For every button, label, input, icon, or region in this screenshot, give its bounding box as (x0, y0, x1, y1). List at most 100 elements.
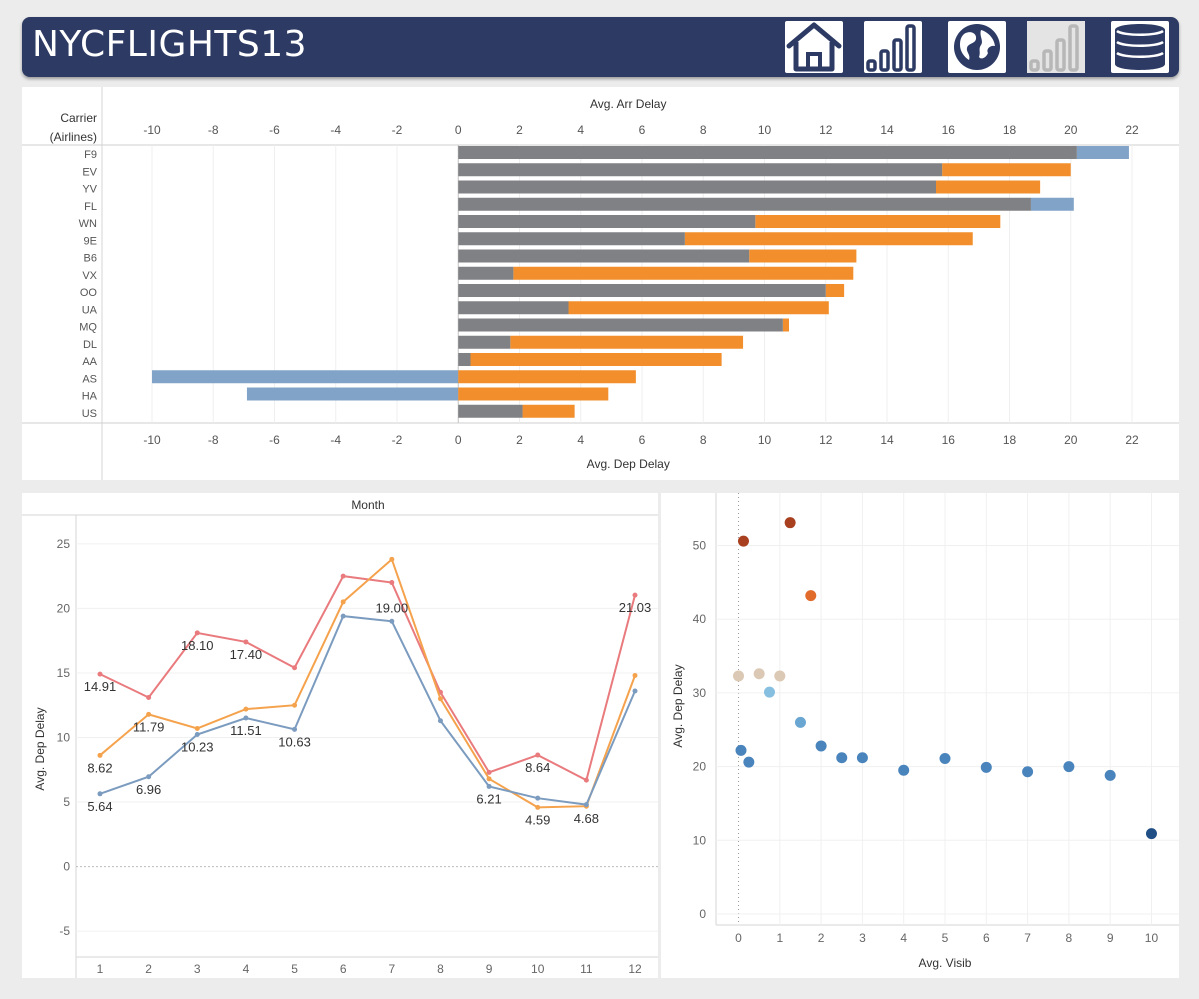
x-tick-label: 6 (983, 931, 990, 945)
carrier-label: F9 (84, 149, 97, 161)
series-point (146, 774, 152, 780)
database-button[interactable] (1111, 21, 1169, 73)
top-tick-label: 8 (700, 123, 707, 137)
scatter-point (980, 761, 992, 773)
dep-delay-bar (458, 284, 826, 297)
bottom-tick-label: 2 (516, 433, 523, 447)
series-point (194, 725, 200, 731)
bottom-tick-label: 22 (1125, 433, 1139, 447)
dep-delay-bar (458, 197, 1031, 211)
top-tick-label: 20 (1064, 123, 1078, 137)
data-label: 14.91 (84, 679, 117, 694)
series-point (292, 702, 298, 708)
top-tick-label: 16 (942, 123, 956, 137)
series-point (389, 618, 395, 624)
x-tick-label: 4 (243, 962, 250, 976)
bar-chart-icon-inactive (1027, 21, 1085, 73)
series-point (632, 592, 638, 598)
series-line (99, 557, 636, 809)
x-tick-label: 5 (942, 931, 949, 945)
x-tick-label: 3 (194, 962, 201, 976)
data-label: 8.64 (525, 760, 550, 775)
visibility-delay-panel: 0 1 2 3 4 5 6 7 8 9 10 0 10 20 30 40 50 Avg. Visib Avg. De… (661, 493, 1179, 978)
bottom-tick-label: 18 (1003, 433, 1017, 447)
dep-delay-bar (458, 335, 511, 349)
dep-delay-bar (458, 249, 750, 263)
carrier-label: OO (80, 287, 98, 299)
home-icon (786, 22, 842, 72)
data-label: 17.40 (230, 647, 263, 662)
scatter-point (763, 686, 775, 698)
carrier-label: YV (82, 184, 97, 196)
scatter-point (743, 756, 755, 768)
y-axis-title: Avg. Dep Delay (33, 707, 47, 790)
series-point (486, 783, 492, 789)
carrier-label: DL (83, 339, 97, 351)
series-point (437, 718, 443, 724)
scatter-point (737, 535, 749, 547)
carrier-label: US (82, 408, 97, 420)
dep-delay-bar (458, 301, 569, 315)
scatter-point (805, 590, 817, 602)
arr-delay-bar (513, 266, 854, 280)
data-label: 6.21 (476, 791, 501, 806)
series-point (146, 711, 152, 717)
scatter-point (815, 740, 827, 752)
top-tick-label: 4 (577, 123, 584, 137)
x-tick-label: 1 (776, 931, 783, 945)
arr-delay-bar (1030, 197, 1074, 211)
x-tick-label: 7 (388, 962, 395, 976)
top-tick-label: 12 (819, 123, 833, 137)
y-tick-label: 10 (57, 731, 71, 745)
data-label: 4.68 (574, 811, 599, 826)
arr-delay-bar (942, 163, 1071, 177)
scatter-point (733, 670, 745, 682)
series-point (292, 665, 298, 671)
x-tick-label: 6 (340, 962, 347, 976)
arr-delay-bar (1076, 146, 1129, 159)
bar-chart-button-inactive[interactable] (1027, 21, 1085, 73)
carrier-label: FL (84, 201, 97, 213)
bottom-tick-label: 10 (758, 433, 772, 447)
line-chart-title: Month (351, 498, 384, 512)
carrier-label: VX (82, 270, 97, 282)
globe-button[interactable] (948, 21, 1006, 73)
scatter-point (735, 744, 747, 756)
top-tick-label: 6 (639, 123, 646, 137)
series-point (340, 599, 346, 605)
data-label: 11.79 (133, 719, 165, 734)
y-tick-label: 10 (693, 833, 707, 847)
monthly-delay-line-chart: Month-505101520251 2 3 4 5 6 7 8 9 10 11 12Avg. Dep… (22, 498, 658, 978)
series-point (97, 671, 103, 677)
scatter-point (784, 517, 796, 529)
arr-delay-bar (510, 335, 744, 349)
data-label: 6.96 (136, 782, 161, 797)
arr-delay-bar (458, 370, 636, 384)
x-tick-label: 10 (1145, 931, 1159, 945)
x-axis-title: Avg. Visib (919, 956, 972, 970)
series-point (194, 732, 200, 738)
data-label: 8.62 (87, 760, 112, 775)
row-header-label: (Airlines) (50, 130, 97, 144)
bottom-axis-title: Avg. Dep Delay (587, 457, 670, 471)
bottom-tick-label: 20 (1064, 433, 1078, 447)
x-tick-label: 10 (531, 962, 545, 976)
carrier-label: 9E (84, 235, 97, 247)
home-button[interactable] (785, 21, 843, 73)
x-tick-label: 5 (291, 962, 298, 976)
top-tick-label: -8 (208, 123, 219, 137)
dep-delay-bar (458, 232, 685, 246)
series-point (292, 726, 298, 732)
data-label: 18.10 (181, 638, 214, 653)
bar-chart-button[interactable] (864, 21, 922, 73)
scatter-point (774, 670, 786, 682)
arr-delay-bar (782, 318, 789, 332)
scatter-point (753, 668, 765, 680)
carrier-label: WN (79, 218, 97, 230)
bottom-tick-label: 14 (880, 433, 894, 447)
top-tick-label: -10 (143, 123, 161, 137)
y-tick-label: 20 (57, 601, 71, 615)
carrier-delay-panel: -10 -10 -8 -8 -6 -6 -4 -4 -2 -2 0 0 2 2 4 4 6 6 8 8 10 10 12 12… (22, 87, 1179, 480)
data-label: 4.59 (525, 812, 550, 827)
bottom-tick-label: 16 (942, 433, 956, 447)
